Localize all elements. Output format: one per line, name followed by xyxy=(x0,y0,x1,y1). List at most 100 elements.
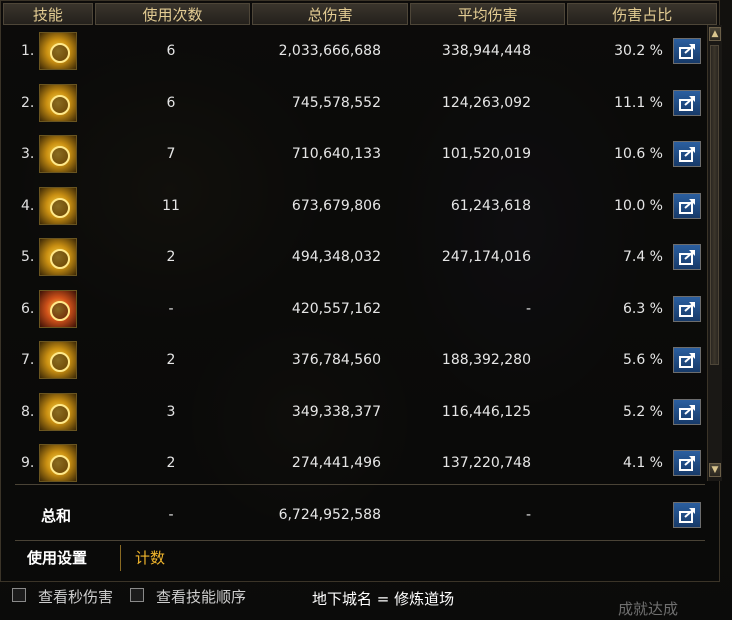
table-row: 9. 2 274,441,496 137,220,748 4.1 % xyxy=(15,439,705,487)
header-uses: 使用次数 xyxy=(94,3,251,25)
label-dps: 查看秒伤害 xyxy=(38,588,114,606)
summary-share-button[interactable] xyxy=(673,502,701,528)
bottom-bar: 查看秒伤害 查看技能顺序 地下城名 = 修炼道场 成就达成 xyxy=(0,584,732,620)
header-total: 总伤害 xyxy=(252,3,408,25)
table-row: 3. 7 710,640,133 101,520,019 10.6 % xyxy=(15,130,705,178)
row-average-damage: 137,220,748 xyxy=(441,455,531,471)
checkbox-dps[interactable] xyxy=(12,588,26,602)
row-index: 1. xyxy=(21,43,35,59)
share-icon xyxy=(679,95,695,111)
row-damage-share: 7.4 % xyxy=(622,249,663,265)
row-uses: 2 xyxy=(166,352,176,368)
row-index: 5. xyxy=(21,249,35,265)
scroll-down-icon[interactable]: ▼ xyxy=(709,463,721,477)
share-icon xyxy=(679,147,695,162)
row-average-damage: 247,174,016 xyxy=(441,249,531,265)
share-icon xyxy=(679,198,695,214)
share-button[interactable] xyxy=(673,450,701,476)
share-icon xyxy=(679,456,695,471)
summary-row: - 6,724,952,588 - xyxy=(15,491,705,539)
row-uses: 11 xyxy=(162,197,180,214)
row-average-damage: 101,520,019 xyxy=(441,146,531,162)
share-button[interactable] xyxy=(673,192,701,219)
row-index: 3. xyxy=(21,146,35,162)
row-index: 6. xyxy=(21,300,35,317)
row-average-damage: 61,243,618 xyxy=(450,197,531,214)
skill-icon xyxy=(39,238,77,276)
share-button[interactable] xyxy=(673,347,701,373)
row-damage-share: 5.2 % xyxy=(622,403,663,420)
table-row: 6. - 420,557,162 - 6.3 % xyxy=(15,285,705,333)
row-average-damage: 338,944,448 xyxy=(441,43,531,59)
summary-average: - xyxy=(525,507,531,523)
table-row: 7. 2 376,784,560 188,392,280 5.6 % xyxy=(15,336,705,384)
tab-settings[interactable]: 使用设置 xyxy=(27,547,87,568)
row-index: 2. xyxy=(21,94,35,111)
row-total-damage: 2,033,666,688 xyxy=(278,43,381,59)
row-total-damage: 420,557,162 xyxy=(291,300,381,317)
label-skill-order: 查看技能顺序 xyxy=(156,588,247,606)
scroll-thumb[interactable] xyxy=(710,45,719,365)
skill-icon xyxy=(39,341,77,379)
table-row: 5. 2 494,348,032 247,174,016 7.4 % xyxy=(15,233,705,281)
share-button[interactable] xyxy=(673,295,701,322)
summary-total: 6,724,952,588 xyxy=(278,507,381,523)
skill-icon xyxy=(39,135,77,173)
row-uses: 3 xyxy=(166,403,176,420)
scroll-up-icon[interactable]: ▲ xyxy=(709,27,721,41)
skill-icon xyxy=(39,186,77,225)
table-header: 技能 使用次数 总伤害 平均伤害 伤害占比 xyxy=(3,3,718,25)
row-damage-share: 4.1 % xyxy=(622,455,663,471)
share-icon xyxy=(679,44,695,59)
share-icon xyxy=(679,353,695,368)
row-damage-share: 5.6 % xyxy=(622,352,663,368)
row-damage-share: 11.1 % xyxy=(614,94,663,111)
share-button[interactable] xyxy=(673,38,701,64)
row-uses: 7 xyxy=(166,146,176,162)
row-total-damage: 274,441,496 xyxy=(291,455,381,471)
share-button[interactable] xyxy=(673,141,701,167)
header-share: 伤害占比 xyxy=(567,3,718,25)
summary-divider xyxy=(15,484,705,485)
row-index: 8. xyxy=(21,403,35,420)
tab-bar: 使用设置 计数 xyxy=(15,541,705,575)
share-icon xyxy=(679,301,695,317)
table-row: 1. 6 2,033,666,688 338,944,448 30.2 % xyxy=(15,27,705,75)
header-skill: 技能 xyxy=(3,3,93,25)
row-uses: 2 xyxy=(166,455,176,471)
skill-icon xyxy=(39,83,77,122)
row-uses: 6 xyxy=(166,43,176,59)
share-button[interactable] xyxy=(673,244,701,270)
row-average-damage: - xyxy=(525,300,531,317)
row-average-damage: 188,392,280 xyxy=(441,352,531,368)
skill-icon xyxy=(39,444,77,482)
row-total-damage: 494,348,032 xyxy=(291,249,381,265)
skill-icon xyxy=(39,289,77,328)
table-row: 8. 3 349,338,377 116,446,125 5.2 % xyxy=(15,388,705,436)
row-index: 7. xyxy=(21,352,35,368)
scrollbar[interactable]: ▲ ▼ xyxy=(707,25,722,481)
skill-icon xyxy=(39,32,77,70)
row-index: 9. xyxy=(21,455,35,471)
table-row: 2. 6 745,578,552 124,263,092 11.1 % xyxy=(15,79,705,127)
damage-statistics-panel: 技能 使用次数 总伤害 平均伤害 伤害占比 1. 6 2,033,666,688 33… xyxy=(0,0,722,582)
row-index: 4. xyxy=(21,197,35,214)
table-row: 4. 11 673,679,806 61,243,618 10.0 % xyxy=(15,182,705,230)
tab-count[interactable]: 计数 xyxy=(135,547,165,568)
share-button[interactable] xyxy=(673,89,701,116)
row-uses: - xyxy=(168,300,174,317)
row-total-damage: 710,640,133 xyxy=(291,146,381,162)
row-average-damage: 124,263,092 xyxy=(441,94,531,111)
skill-icon xyxy=(39,392,77,431)
tab-separator xyxy=(120,545,121,571)
share-icon xyxy=(679,404,695,420)
row-average-damage: 116,446,125 xyxy=(441,403,531,420)
header-average: 平均伤害 xyxy=(409,3,566,25)
share-icon xyxy=(679,250,695,265)
share-button[interactable] xyxy=(673,398,701,425)
row-damage-share: 30.2 % xyxy=(614,43,663,59)
dungeon-name: 地下城名 = 修炼道场 xyxy=(312,590,455,608)
achievement-text: 成就达成 xyxy=(618,600,679,618)
checkbox-skill-order[interactable] xyxy=(130,588,144,602)
row-uses: 2 xyxy=(166,249,176,265)
